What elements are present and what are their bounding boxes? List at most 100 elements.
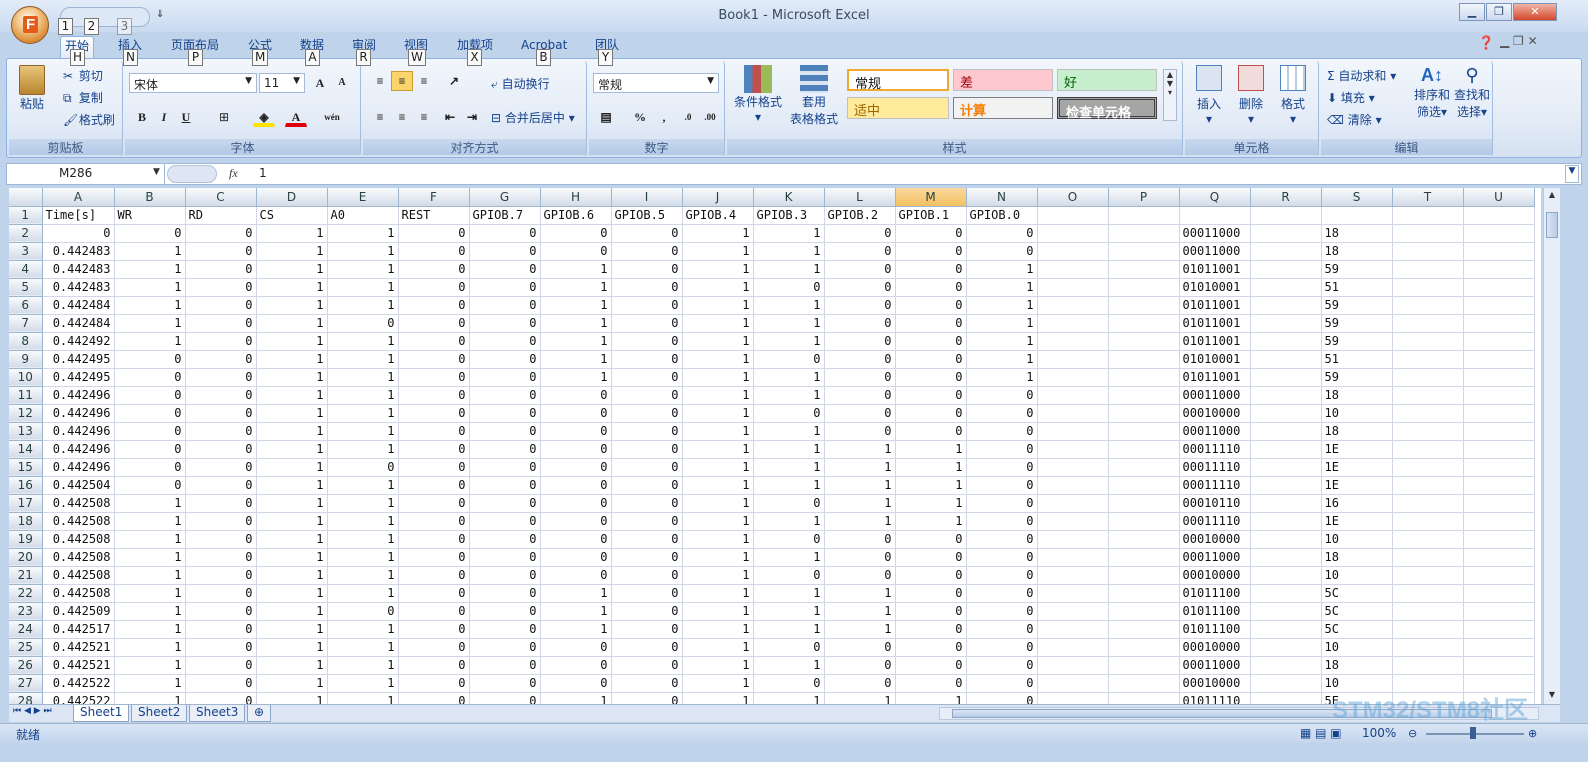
sort-filter-button[interactable]: A↕ 排序和 筛选▾ <box>1413 65 1451 120</box>
cell-table[interactable]: A B C D E F G H I J K L M N O P Q R S T U 1 Time[s] WR RD CS A0 RES… <box>9 188 1535 704</box>
cell[interactable]: 0 <box>895 548 967 567</box>
cell[interactable]: 00011000 <box>1179 656 1251 675</box>
cell[interactable]: 00011110 <box>1179 476 1251 495</box>
cell[interactable]: 18 <box>1321 656 1393 675</box>
cell[interactable] <box>1108 530 1180 549</box>
cell[interactable]: 0 <box>398 548 470 567</box>
cell[interactable]: 0 <box>611 512 683 531</box>
cell[interactable]: 0 <box>824 260 896 279</box>
cell[interactable]: 0 <box>398 566 470 585</box>
cell[interactable]: 0 <box>611 368 683 387</box>
cell[interactable]: 0 <box>185 530 257 549</box>
cell[interactable]: 1 <box>256 368 328 387</box>
row-header[interactable]: 19 <box>9 530 43 549</box>
cell[interactable]: 1 <box>114 332 186 351</box>
cell[interactable]: 0 <box>895 296 967 315</box>
cell[interactable]: 1 <box>682 458 754 477</box>
grow-font-button[interactable]: A <box>309 73 331 93</box>
cell[interactable] <box>1250 458 1322 477</box>
cell[interactable]: 0 <box>185 260 257 279</box>
cell[interactable] <box>1392 530 1464 549</box>
row-header[interactable]: 26 <box>9 656 43 675</box>
cell[interactable]: 0 <box>398 584 470 603</box>
cell[interactable]: 0 <box>611 314 683 333</box>
cell[interactable]: 0 <box>895 422 967 441</box>
cell[interactable]: 0 <box>540 548 612 567</box>
cell[interactable]: 1 <box>256 530 328 549</box>
cell[interactable]: 0 <box>824 422 896 441</box>
cell[interactable]: 0 <box>469 242 541 261</box>
cell[interactable]: 1 <box>895 440 967 459</box>
cell[interactable] <box>1250 260 1322 279</box>
cell[interactable]: 1 <box>327 278 399 297</box>
cell[interactable] <box>1392 656 1464 675</box>
cell[interactable] <box>1108 296 1180 315</box>
cell[interactable]: 1 <box>824 620 896 639</box>
cell[interactable]: 1 <box>682 512 754 531</box>
cell[interactable]: 1 <box>327 224 399 243</box>
column-header[interactable]: G <box>469 188 541 207</box>
cell[interactable]: 0 <box>824 368 896 387</box>
cell[interactable]: 0 <box>398 296 470 315</box>
quick-access-toolbar[interactable] <box>60 7 150 27</box>
cell[interactable] <box>1392 512 1464 531</box>
cell[interactable] <box>1250 674 1322 693</box>
cell[interactable] <box>1037 368 1109 387</box>
cell[interactable]: 01011001 <box>1179 296 1251 315</box>
view-buttons-icon[interactable]: ▦ ▤ ▣ <box>1300 726 1342 740</box>
cell[interactable] <box>1037 620 1109 639</box>
cell[interactable]: 1 <box>114 314 186 333</box>
cell[interactable] <box>1037 404 1109 423</box>
sheet-nav-icon[interactable]: ⏮ ◀ ▶ ⏭ <box>13 706 52 716</box>
cell[interactable]: GPIOB.6 <box>540 206 612 225</box>
align-center-icon[interactable]: ≡ <box>391 107 413 127</box>
cell[interactable]: 0 <box>611 296 683 315</box>
cell[interactable]: 1 <box>682 278 754 297</box>
cell[interactable] <box>1463 296 1535 315</box>
comma-button[interactable]: , <box>653 107 675 127</box>
cell[interactable]: 1 <box>540 584 612 603</box>
cell[interactable] <box>1463 566 1535 585</box>
align-middle-icon[interactable]: ≡ <box>391 71 413 91</box>
cell[interactable] <box>1250 638 1322 657</box>
cell[interactable]: 0 <box>966 512 1038 531</box>
cell[interactable]: 0 <box>611 404 683 423</box>
cell[interactable]: 1 <box>540 314 612 333</box>
cell[interactable]: GPIOB.3 <box>753 206 825 225</box>
cell[interactable]: 0 <box>469 440 541 459</box>
currency-icon[interactable]: ▤ <box>595 107 617 127</box>
cell[interactable]: 1 <box>327 242 399 261</box>
cell[interactable]: 0 <box>966 692 1038 704</box>
cell[interactable]: 1 <box>256 512 328 531</box>
cell[interactable]: 00011110 <box>1179 440 1251 459</box>
cell[interactable] <box>1463 260 1535 279</box>
cell[interactable]: 00010000 <box>1179 404 1251 423</box>
cell[interactable]: 1 <box>753 242 825 261</box>
cell[interactable]: 0 <box>398 602 470 621</box>
cell[interactable] <box>1250 332 1322 351</box>
cell[interactable]: 1 <box>682 476 754 495</box>
cell[interactable] <box>1463 494 1535 513</box>
cell[interactable]: 0 <box>185 458 257 477</box>
cell[interactable] <box>1250 386 1322 405</box>
cell[interactable] <box>1037 512 1109 531</box>
cell[interactable]: 0 <box>185 584 257 603</box>
cell[interactable]: 1 <box>327 548 399 567</box>
conditional-format-button[interactable]: 条件格式 ▾ <box>731 65 785 124</box>
cell[interactable]: 01011001 <box>1179 332 1251 351</box>
decrease-decimal-button[interactable]: .00 <box>699 107 721 127</box>
cell[interactable]: 0 <box>540 224 612 243</box>
cell[interactable]: 0 <box>398 422 470 441</box>
cell[interactable]: 1 <box>682 368 754 387</box>
style-calculation[interactable]: 计算 <box>953 97 1053 119</box>
cell[interactable] <box>1108 422 1180 441</box>
cell[interactable]: 1 <box>327 656 399 675</box>
cell[interactable]: 0 <box>469 584 541 603</box>
cell[interactable] <box>1108 692 1180 704</box>
cell[interactable]: 0 <box>398 530 470 549</box>
cell[interactable]: 0.442496 <box>42 404 115 423</box>
cell[interactable] <box>1392 584 1464 603</box>
cell[interactable]: 1 <box>753 512 825 531</box>
cell[interactable] <box>1250 314 1322 333</box>
cell[interactable]: 1 <box>753 314 825 333</box>
